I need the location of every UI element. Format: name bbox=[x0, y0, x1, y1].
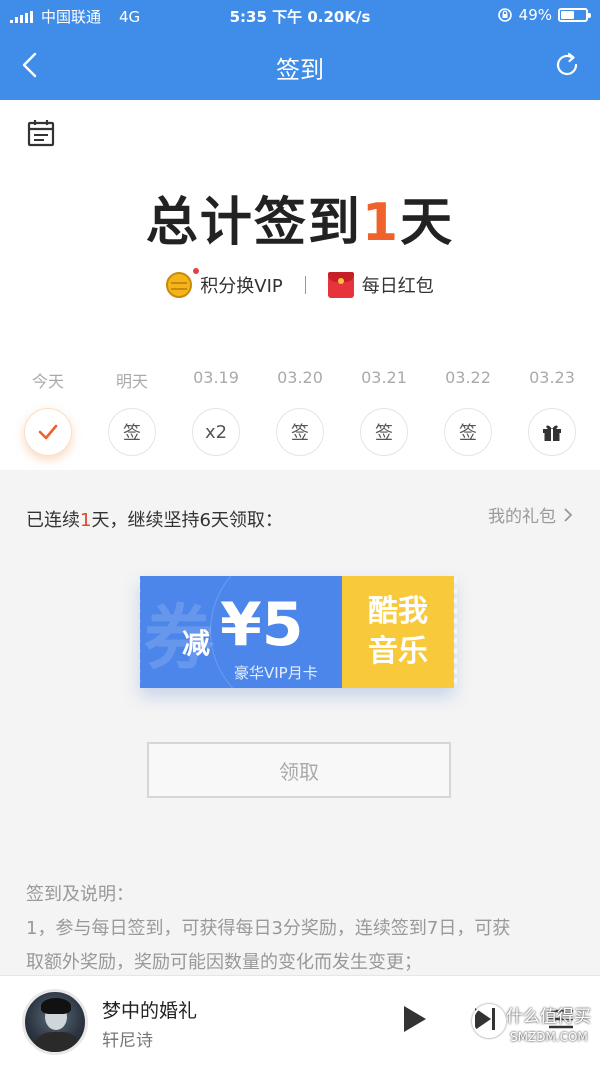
checkin-notes: 签到及说明： 1，参与每日签到，可获得每日3分奖励，连续签到7日，可获 取额外奖… bbox=[26, 878, 574, 980]
divider bbox=[304, 276, 306, 294]
day-label: 03.21 bbox=[361, 368, 407, 387]
battery-icon bbox=[558, 8, 591, 22]
red-packet-icon bbox=[327, 272, 354, 298]
chevron-right-icon bbox=[564, 507, 573, 522]
coupon-description: 豪华VIP月卡 bbox=[234, 664, 318, 682]
day-marker[interactable]: 签 bbox=[444, 408, 492, 456]
song-title: 梦中的婚礼 bbox=[102, 1000, 198, 1022]
day-label: 明天 bbox=[115, 372, 148, 391]
refresh-icon[interactable] bbox=[552, 50, 582, 80]
notes-title: 签到及说明： bbox=[26, 884, 134, 905]
my-gifts-label: 我的礼包 bbox=[488, 507, 556, 527]
status-bar: 中国联通 4G 5:35 下午 0.20K/s 49% bbox=[0, 0, 600, 32]
streak-text: 已连续1天，继续坚持6天领取： bbox=[26, 506, 283, 532]
coupon-brand-section: 酷我 音乐 bbox=[342, 576, 457, 688]
day-label: 03.22 bbox=[445, 368, 491, 387]
day-marker[interactable]: 签 bbox=[108, 408, 156, 456]
day-marker[interactable]: 签 bbox=[360, 408, 408, 456]
day-marker[interactable]: x2 bbox=[192, 408, 240, 456]
artist-name: 轩尼诗 bbox=[102, 1031, 153, 1051]
watermark-logo-icon bbox=[472, 1004, 506, 1038]
page-title: 签到 bbox=[276, 56, 324, 84]
vip-coupon[interactable]: 券 减 ¥5 豪华VIP月卡 酷我 音乐 bbox=[140, 576, 457, 688]
day-marker[interactable]: 签 bbox=[276, 408, 324, 456]
total-suffix: 天 bbox=[400, 193, 455, 253]
coin-icon bbox=[166, 272, 193, 298]
daily-red-packet-link[interactable]: 每日红包 bbox=[327, 272, 434, 298]
coupon-edge bbox=[451, 576, 457, 688]
coupon-brand-line2: 音乐 bbox=[368, 634, 428, 669]
rotation-lock-icon bbox=[497, 8, 512, 22]
day-label: 03.20 bbox=[277, 368, 323, 387]
notes-line: 1，参与每日签到，可获得每日3分奖励，连续签到7日，可获 bbox=[26, 918, 511, 939]
exchange-vip-link[interactable]: 积分换VIP bbox=[166, 268, 283, 298]
streak-count: 1 bbox=[80, 510, 92, 531]
calendar-icon[interactable] bbox=[26, 118, 56, 148]
coupon-amount: ¥5 bbox=[220, 590, 304, 660]
day-label: 03.23 bbox=[529, 368, 575, 387]
my-gifts-link[interactable]: 我的礼包 bbox=[488, 502, 574, 527]
coupon-edge bbox=[140, 576, 143, 688]
reward-links: 积分换VIP 每日红包 bbox=[0, 268, 600, 298]
check-icon bbox=[38, 424, 58, 440]
coupon-value-section: 券 减 ¥5 豪华VIP月卡 bbox=[140, 576, 342, 688]
day-markers: 签 x2 签 签 签 bbox=[0, 408, 600, 456]
watermark-line2: SMZDM.COM bbox=[510, 1030, 588, 1044]
album-cover[interactable] bbox=[22, 989, 88, 1055]
total-number: 1 bbox=[361, 193, 401, 253]
day-labels: 今天 明天 03.19 03.20 03.21 03.22 03.23 bbox=[0, 368, 600, 392]
streak-after: 天，继续坚持6天领取： bbox=[91, 510, 283, 531]
total-prefix: 总计签到 bbox=[145, 193, 362, 253]
site-watermark: 什么值得买 SMZDM.COM bbox=[470, 992, 598, 1062]
header-bar: 中国联通 4G 5:35 下午 0.20K/s 49% 签到 bbox=[0, 0, 600, 100]
cover-figure-body bbox=[35, 1032, 79, 1052]
exchange-vip-label: 积分换VIP bbox=[200, 276, 283, 297]
daily-red-packet-label: 每日红包 bbox=[361, 276, 434, 297]
checkin-summary-card: 总计签到1天 积分换VIP 每日红包 今天 明天 03.19 03.20 03.… bbox=[0, 100, 600, 470]
gift-icon bbox=[543, 425, 561, 441]
day-marker-gift[interactable] bbox=[528, 408, 576, 456]
day-marker-done[interactable] bbox=[24, 408, 72, 456]
watermark-line1: 什么值得买 bbox=[506, 1007, 591, 1027]
play-icon[interactable] bbox=[404, 1006, 426, 1032]
cover-figure-hair bbox=[41, 998, 71, 1014]
battery-percent: 49% bbox=[518, 6, 552, 24]
claim-button[interactable]: 领取 bbox=[147, 742, 451, 798]
nav-bar: 签到 bbox=[0, 36, 600, 96]
total-checkin-count: 总计签到1天 bbox=[0, 180, 600, 255]
new-dot-badge bbox=[193, 268, 200, 274]
coupon-prefix: 减 bbox=[182, 627, 211, 660]
coupon-brand-line1: 酷我 bbox=[368, 594, 428, 629]
day-label: 03.19 bbox=[193, 368, 239, 387]
day-label: 今天 bbox=[31, 372, 64, 391]
streak-before: 已连续 bbox=[26, 510, 80, 531]
